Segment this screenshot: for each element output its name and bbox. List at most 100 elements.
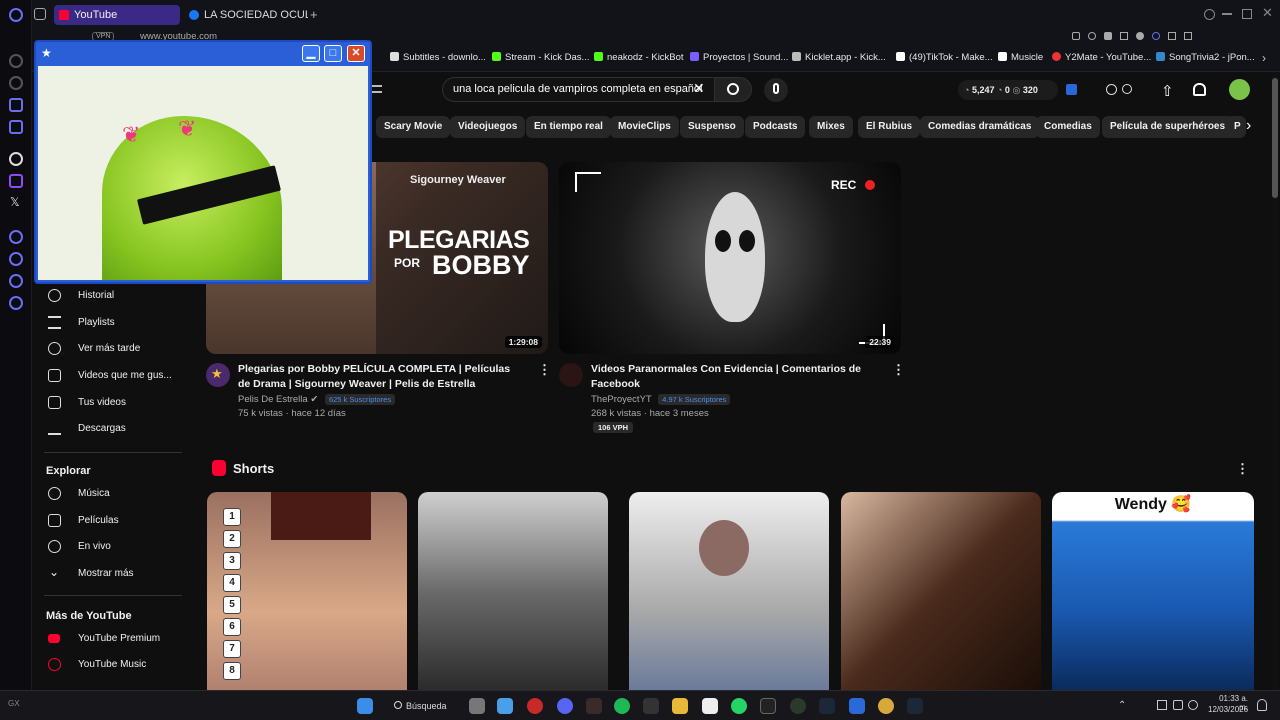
bookmark-tiktok[interactable]: (49)TikTok - Make... [896, 52, 993, 63]
epic-games-icon[interactable] [643, 698, 659, 714]
notifications-bell-icon[interactable] [1193, 83, 1206, 96]
bookmark-kick-dashboard[interactable]: Stream - Kick Das... [492, 52, 589, 63]
aria-icon[interactable] [9, 76, 23, 90]
spotify-icon[interactable] [614, 698, 630, 714]
short-card[interactable]: Wendy 🥰 [1052, 492, 1254, 692]
bookmark-musicle[interactable]: Musicle [998, 52, 1043, 63]
clear-search-icon[interactable]: ✕ [693, 80, 705, 97]
chip-el-rubius[interactable]: El Rubius [858, 116, 921, 138]
play-icon[interactable] [1120, 32, 1128, 40]
file-explorer-icon[interactable] [672, 698, 688, 714]
channel-avatar[interactable]: ★ [206, 363, 230, 387]
chip-comedias[interactable]: Comedias [1036, 116, 1100, 138]
chip-superheroes[interactable]: Película de superhéroes [1102, 116, 1234, 138]
shorts-more-options-icon[interactable]: ⋮ [1236, 461, 1249, 477]
history-icon[interactable] [9, 252, 23, 266]
notepad-icon[interactable] [497, 698, 513, 714]
window-maximize-button[interactable]: □ [324, 45, 342, 62]
bookmark-kicklet[interactable]: Kicklet.app - Kick... [792, 52, 886, 63]
video-title[interactable]: Plegarias por Bobby PELÍCULA COMPLETA | … [238, 362, 523, 392]
bookmark-y2mate[interactable]: Y2Mate - YouTube... [1052, 52, 1151, 63]
steam-icon[interactable] [907, 698, 923, 714]
whatsapp-icon[interactable] [731, 698, 747, 714]
maximize-icon[interactable] [1242, 9, 1252, 19]
minimize-icon[interactable] [1222, 13, 1232, 15]
video-thumbnail[interactable]: REC 22:39 [559, 162, 901, 354]
tab-youtube[interactable]: YouTube [54, 5, 180, 25]
app-icon[interactable] [878, 698, 894, 714]
extensions-icon[interactable] [9, 274, 23, 288]
network-icon[interactable] [1157, 700, 1167, 710]
new-tab-button[interactable]: + [310, 7, 318, 22]
tab-facebook[interactable]: LA SOCIEDAD OCULTA DE [184, 5, 308, 25]
camera-icon[interactable] [1088, 32, 1096, 40]
chatgpt-icon[interactable] [9, 152, 23, 166]
capcut-icon[interactable] [702, 698, 718, 714]
windows-start-icon[interactable] [357, 698, 373, 714]
discord-icon[interactable] [557, 698, 573, 714]
workspace-icon[interactable] [34, 8, 46, 20]
maps-icon[interactable] [9, 120, 23, 134]
app-icon[interactable] [849, 698, 865, 714]
chip-mixes[interactable]: Mixes [809, 116, 853, 138]
x-icon[interactable]: 𝕏 [10, 195, 20, 209]
aria-toolbar-icon[interactable] [1152, 32, 1160, 40]
bookmark-soundtrap[interactable]: Proyectos | Sound... [690, 52, 788, 63]
upload-icon[interactable]: ⇧ [1161, 82, 1174, 100]
task-view-icon[interactable] [469, 698, 485, 714]
volume-icon[interactable] [1173, 700, 1183, 710]
notification-bell-icon[interactable] [1257, 699, 1267, 711]
search-input[interactable]: una loca pelicula de vampiros completa e… [442, 77, 714, 102]
channel-avatar[interactable] [559, 363, 583, 387]
more-options-icon[interactable]: ⋮ [892, 362, 905, 378]
twitch-icon[interactable] [9, 174, 23, 188]
taskbar-search[interactable]: Búsqueda [390, 697, 450, 715]
bookmark-songtrivia[interactable]: SongTrivia2 - jPon... [1156, 52, 1255, 63]
chip-podcasts[interactable]: Podcasts [745, 116, 806, 138]
floating-window[interactable]: ★ ▁ □ ✕ ❦ ❦ [34, 40, 372, 284]
opera-gx-icon[interactable] [527, 698, 543, 714]
chip-scary-movie[interactable]: Scary Movie [376, 116, 451, 138]
filter-icon[interactable] [372, 85, 382, 93]
search-button[interactable] [714, 77, 752, 102]
messenger-icon[interactable] [9, 98, 23, 112]
download-icon[interactable] [1168, 32, 1176, 40]
page-scrollbar[interactable] [1272, 72, 1278, 690]
bookmark-subtitles[interactable]: Subtitles - downlo... [390, 52, 486, 63]
video-title[interactable]: Videos Paranormales Con Evidencia | Come… [591, 362, 871, 392]
settings-gear-icon[interactable] [1106, 84, 1117, 95]
channel-name[interactable]: TheProyectYT [591, 394, 652, 405]
steam-icon[interactable] [819, 698, 835, 714]
player-icon[interactable] [9, 230, 23, 244]
search-tabs-icon[interactable] [1204, 9, 1215, 20]
short-card[interactable] [418, 492, 608, 692]
short-card[interactable]: 1 2 3 4 5 6 7 8 [207, 492, 407, 692]
window-close-button[interactable]: ✕ [347, 45, 365, 62]
chat-icon[interactable] [1122, 84, 1132, 94]
short-card[interactable] [841, 492, 1041, 692]
voice-search-button[interactable] [764, 78, 788, 102]
chip-comedias-dramaticas[interactable]: Comedias dramáticas [920, 116, 1040, 138]
battery-icon[interactable] [1188, 700, 1198, 710]
window-star-icon[interactable]: ★ [41, 46, 52, 60]
avatar[interactable] [1229, 79, 1250, 100]
tiktok-live-icon[interactable] [760, 698, 776, 714]
channel-name[interactable]: Pelis De Estrella [238, 394, 308, 405]
app-icon[interactable] [586, 698, 602, 714]
opera-logo-icon[interactable] [9, 8, 23, 22]
chip-partial[interactable]: P [1226, 116, 1246, 138]
shield-icon[interactable] [1104, 32, 1112, 40]
heart-icon[interactable] [1136, 32, 1144, 40]
settings-icon[interactable] [9, 296, 23, 310]
stats-widget[interactable]: ◔ 5,247 ◔ 0 ◎ 320 [958, 80, 1058, 100]
menu-icon[interactable] [1184, 32, 1192, 40]
extension-icon[interactable] [1072, 32, 1080, 40]
scrollbar-thumb[interactable] [1272, 78, 1278, 198]
clock-date[interactable]: 12/03/2026 [1208, 705, 1248, 714]
close-window-icon[interactable]: ✕ [1262, 5, 1273, 21]
chip-videojuegos[interactable]: Videojuegos [450, 116, 526, 138]
chip-suspenso[interactable]: Suspenso [680, 116, 744, 138]
window-minimize-button[interactable]: ▁ [302, 45, 320, 62]
home-icon[interactable] [9, 54, 23, 68]
chips-next-icon[interactable]: › [1246, 117, 1251, 135]
